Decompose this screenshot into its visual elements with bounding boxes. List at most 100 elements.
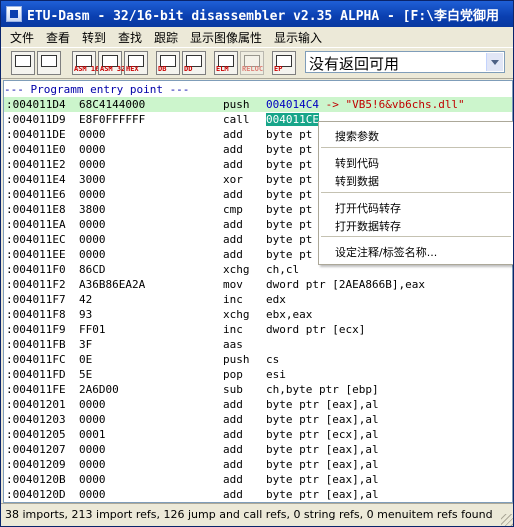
- row-bytes: 42: [79, 293, 93, 306]
- listing-row[interactable]: :00401205 0001 add byte ptr [ecx],al: [4, 427, 512, 442]
- row-mnemonic: inc: [223, 323, 243, 336]
- row-address-bytes: :004011FE: [6, 383, 66, 396]
- row-address-bytes: :004011F9: [6, 323, 66, 336]
- menu-bar: 文件 查看 转到 查找 跟踪 显示图像属性 显示输入: [1, 27, 513, 47]
- menu-file[interactable]: 文件: [10, 29, 34, 46]
- listing-row[interactable]: :004011F7 42 inc edx: [4, 292, 512, 307]
- row-address-bytes: :004011E8: [6, 203, 66, 216]
- hex-label: HEX: [126, 65, 139, 73]
- operand-part: byte ptr [eax],al: [266, 413, 379, 426]
- listing-row[interactable]: :00401209 0000 add byte ptr [eax],al: [4, 457, 512, 472]
- row-operand: byte pt: [266, 142, 312, 157]
- row-mnemonic: add: [223, 428, 243, 441]
- row-address-bytes: :004011FC: [6, 353, 66, 366]
- listing-row[interactable]: :004011FD 5E pop esi: [4, 367, 512, 382]
- ctx-set-comment-label[interactable]: 设定注释/标签名称...: [335, 244, 437, 260]
- row-operand: byte pt: [266, 202, 312, 217]
- row-bytes: 93: [79, 308, 93, 321]
- row-bytes: 0000: [79, 158, 106, 171]
- chevron-down-icon[interactable]: [486, 53, 503, 71]
- row-address-bytes: :00401201: [6, 398, 66, 411]
- operand-part: byte pt: [266, 218, 313, 231]
- menu-view[interactable]: 查看: [46, 29, 70, 46]
- row-bytes: 0000: [79, 473, 106, 486]
- ctx-open-code-dump[interactable]: 打开代码转存: [335, 200, 401, 216]
- row-bytes: 0000: [79, 488, 106, 501]
- operand-part: edx: [266, 293, 286, 306]
- listing-row[interactable]: :004011F8 93 xchg ebx,eax: [4, 307, 512, 322]
- menu-image-properties[interactable]: 显示图像属性: [190, 29, 262, 46]
- operand-part[interactable]: 004011CE: [266, 113, 319, 126]
- row-mnemonic: add: [223, 188, 243, 201]
- row-mnemonic: pop: [223, 368, 243, 381]
- operand-part: byte pt: [266, 248, 313, 261]
- resize-grip-icon[interactable]: [501, 514, 513, 526]
- row-bytes: A36B86EA2A: [79, 278, 146, 291]
- history-combo[interactable]: 没有返回可用: [305, 51, 505, 73]
- listing-row[interactable]: :00401201 0000 add byte ptr [eax],al: [4, 397, 512, 412]
- ctx-search-params[interactable]: 搜索参数: [335, 128, 379, 144]
- row-operand: byte pt: [266, 232, 312, 247]
- menu-goto[interactable]: 转到: [82, 29, 106, 46]
- operand-part: byte pt: [266, 233, 313, 246]
- ctx-separator: [321, 147, 511, 148]
- row-bytes: FF01: [79, 323, 106, 336]
- row-bytes: 68C4144000: [79, 98, 146, 111]
- listing-row[interactable]: :004011D4 68C4144000 push 004014C4 -> "VB5!…: [4, 97, 512, 112]
- operand-part[interactable]: 004014C4: [266, 98, 319, 111]
- row-address-bytes: :004011DE: [6, 128, 66, 141]
- entry-point-label: --- Programm entry point ---: [4, 83, 190, 96]
- operand-part: byte pt: [266, 173, 313, 186]
- goto-address-button[interactable]: [11, 51, 35, 75]
- row-mnemonic: add: [223, 413, 243, 426]
- asm16-button[interactable]: ASM 16: [72, 51, 99, 75]
- listing-row[interactable]: :004011FB 3F aas: [4, 337, 512, 352]
- app-icon[interactable]: [6, 6, 22, 22]
- ctx-open-data-dump[interactable]: 打开数据转存: [335, 218, 401, 234]
- asm32-button[interactable]: ASM 32: [98, 51, 126, 75]
- row-mnemonic: call: [223, 113, 250, 126]
- ctx-separator: [321, 236, 511, 237]
- operand-part: byte pt: [266, 188, 313, 201]
- operand-part: byte pt: [266, 128, 313, 141]
- hex-button[interactable]: HEX: [124, 51, 148, 75]
- elm-button[interactable]: ELM: [214, 51, 238, 75]
- listing-row[interactable]: :004011F2 A36B86EA2A mov dword ptr [2AEA866…: [4, 277, 512, 292]
- row-bytes: 0000: [79, 143, 106, 156]
- row-address-bytes: :004011F7: [6, 293, 66, 306]
- listing-row[interactable]: :004011FE 2A6D00 sub ch,byte ptr [ebp]: [4, 382, 512, 397]
- db-button[interactable]: DB: [156, 51, 180, 75]
- row-address-bytes: :00401203: [6, 413, 66, 426]
- dd-button[interactable]: DD: [182, 51, 206, 75]
- row-mnemonic: add: [223, 458, 243, 471]
- listing-row[interactable]: :004011F9 FF01 inc dword ptr [ecx]: [4, 322, 512, 337]
- window-title: ETU-Dasm - 32/16-bit disassembler v2.35 …: [27, 9, 499, 24]
- asm32-label: ASM 32: [100, 65, 126, 73]
- operand-part: byte ptr [eax],al: [266, 398, 379, 411]
- row-operand: byte ptr [eax],al: [266, 397, 379, 412]
- row-mnemonic: sub: [223, 383, 243, 396]
- row-address-bytes: :0040120D: [6, 488, 66, 501]
- row-bytes: 0000: [79, 248, 106, 261]
- title-bar[interactable]: ETU-Dasm - 32/16-bit disassembler v2.35 …: [1, 1, 513, 27]
- row-operand: byte pt: [266, 172, 312, 187]
- menu-imports[interactable]: 显示输入: [274, 29, 322, 46]
- ctx-goto-code[interactable]: 转到代码: [335, 155, 379, 171]
- row-operand: byte ptr [ecx],al: [266, 427, 379, 442]
- listing-row[interactable]: :00401207 0000 add byte ptr [eax],al: [4, 442, 512, 457]
- listing-row[interactable]: :00401203 0000 add byte ptr [eax],al: [4, 412, 512, 427]
- listing-row[interactable]: :0040120D 0000 add byte ptr [eax],al: [4, 487, 512, 502]
- ep-label: EP: [274, 65, 283, 73]
- listing-row[interactable]: :0040120B 0000 add byte ptr [eax],al: [4, 472, 512, 487]
- ep-button[interactable]: EP: [272, 51, 296, 75]
- listing-row[interactable]: :004011FC 0E push cs: [4, 352, 512, 367]
- goto-back-button[interactable]: [37, 51, 61, 75]
- row-mnemonic: add: [223, 473, 243, 486]
- menu-find[interactable]: 查找: [118, 29, 142, 46]
- menu-trace[interactable]: 跟踪: [154, 29, 178, 46]
- row-mnemonic: aas: [223, 338, 243, 351]
- ctx-goto-data[interactable]: 转到数据: [335, 173, 379, 189]
- reloc-button[interactable]: RELOC: [240, 51, 264, 75]
- row-operand: byte ptr [eax],al: [266, 457, 379, 472]
- operand-part: byte ptr [eax],al: [266, 488, 379, 501]
